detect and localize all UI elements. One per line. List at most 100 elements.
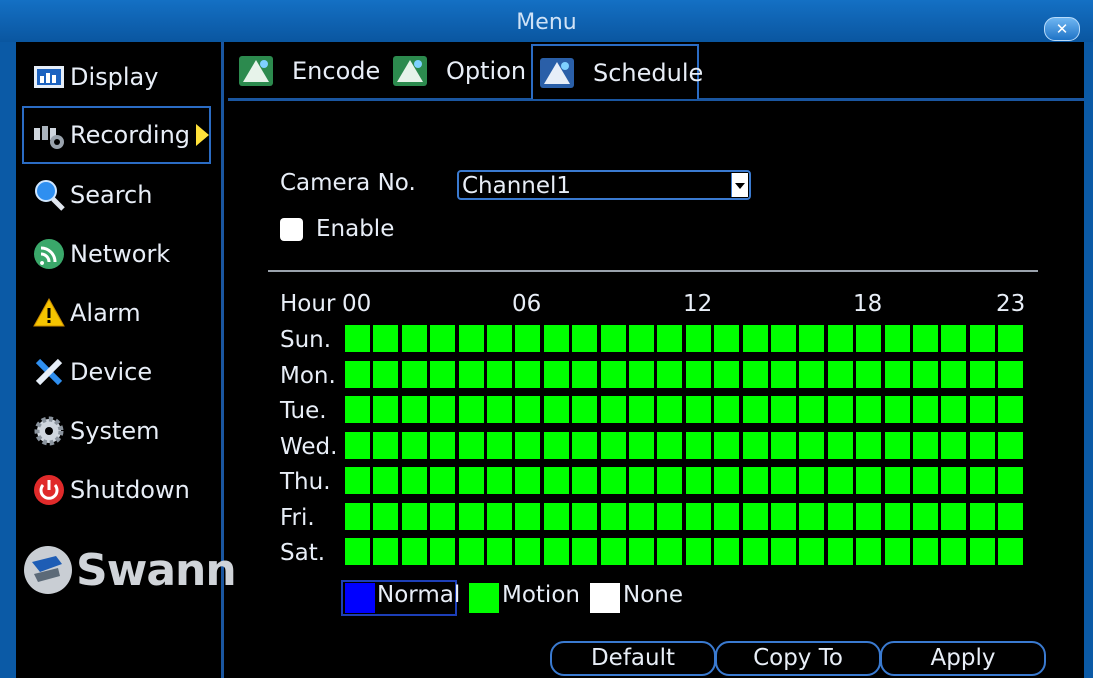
schedule-cell[interactable] [941, 360, 967, 388]
sidebar-item-display[interactable]: Display [24, 50, 210, 104]
schedule-cell[interactable] [401, 360, 427, 388]
schedule-cell[interactable] [430, 538, 456, 565]
schedule-cell[interactable] [629, 431, 654, 459]
schedule-cell[interactable] [487, 502, 512, 530]
sidebar-item-shutdown[interactable]: Shutdown [24, 463, 210, 517]
schedule-cell[interactable] [941, 325, 967, 352]
schedule-cell[interactable] [572, 325, 598, 352]
schedule-cell[interactable] [998, 538, 1024, 565]
schedule-cell[interactable] [969, 502, 995, 530]
schedule-cell[interactable] [543, 431, 569, 459]
schedule-cell[interactable] [827, 502, 853, 530]
schedule-cell[interactable] [629, 360, 654, 388]
schedule-cell[interactable] [572, 538, 598, 565]
schedule-cell[interactable] [430, 502, 456, 530]
schedule-cell[interactable] [941, 467, 967, 494]
schedule-cell[interactable] [913, 360, 938, 388]
schedule-cell[interactable] [742, 467, 768, 494]
copy-to-button[interactable]: Copy To [715, 641, 881, 676]
schedule-cell[interactable] [742, 360, 768, 388]
schedule-cell[interactable] [543, 325, 569, 352]
schedule-cell[interactable] [799, 467, 825, 494]
schedule-cell[interactable] [373, 467, 399, 494]
schedule-cell[interactable] [345, 431, 370, 459]
schedule-cell[interactable] [373, 360, 399, 388]
schedule-cell[interactable] [373, 396, 399, 423]
schedule-cell[interactable] [345, 538, 370, 565]
apply-button[interactable]: Apply [880, 641, 1046, 676]
schedule-cell[interactable] [884, 431, 910, 459]
sidebar-item-search[interactable]: Search [24, 168, 210, 222]
schedule-cell[interactable] [515, 538, 541, 565]
schedule-cell[interactable] [373, 538, 399, 565]
schedule-cell[interactable] [884, 325, 910, 352]
schedule-cell[interactable] [771, 538, 796, 565]
schedule-cell[interactable] [657, 325, 683, 352]
schedule-cell[interactable] [401, 396, 427, 423]
enable-checkbox[interactable] [280, 218, 303, 241]
schedule-cell[interactable] [941, 396, 967, 423]
sidebar-item-alarm[interactable]: Alarm [24, 286, 210, 340]
schedule-cell[interactable] [714, 396, 740, 423]
schedule-cell[interactable] [998, 502, 1024, 530]
schedule-cell[interactable] [458, 396, 484, 423]
schedule-cell[interactable] [742, 502, 768, 530]
schedule-cell[interactable] [799, 431, 825, 459]
schedule-cell[interactable] [827, 431, 853, 459]
schedule-cell[interactable] [458, 538, 484, 565]
camera-select[interactable]: Channel1 [457, 170, 751, 200]
schedule-cell[interactable] [543, 360, 569, 388]
tab-option[interactable]: Option [386, 46, 526, 96]
schedule-cell[interactable] [685, 502, 711, 530]
schedule-cell[interactable] [401, 502, 427, 530]
schedule-cell[interactable] [771, 396, 796, 423]
schedule-cell[interactable] [998, 325, 1024, 352]
schedule-cell[interactable] [543, 538, 569, 565]
sidebar-item-recording[interactable]: Recording [22, 106, 211, 164]
schedule-cell[interactable] [799, 360, 825, 388]
schedule-cell[interactable] [487, 467, 512, 494]
legend-none-swatch[interactable] [590, 583, 620, 613]
schedule-cell[interactable] [458, 431, 484, 459]
schedule-cell[interactable] [799, 538, 825, 565]
schedule-cell[interactable] [856, 538, 882, 565]
schedule-cell[interactable] [458, 502, 484, 530]
schedule-cell[interactable] [969, 325, 995, 352]
schedule-cell[interactable] [543, 396, 569, 423]
schedule-cell[interactable] [856, 502, 882, 530]
sidebar-item-network[interactable]: Network [24, 227, 210, 281]
schedule-cell[interactable] [430, 431, 456, 459]
schedule-cell[interactable] [685, 431, 711, 459]
schedule-cell[interactable] [543, 502, 569, 530]
schedule-cell[interactable] [430, 325, 456, 352]
schedule-cell[interactable] [771, 502, 796, 530]
schedule-cell[interactable] [373, 502, 399, 530]
close-button[interactable]: ✕ [1044, 17, 1080, 41]
schedule-cell[interactable] [714, 538, 740, 565]
schedule-cell[interactable] [913, 502, 938, 530]
schedule-cell[interactable] [458, 467, 484, 494]
schedule-cell[interactable] [600, 538, 626, 565]
schedule-cell[interactable] [487, 396, 512, 423]
schedule-cell[interactable] [401, 538, 427, 565]
schedule-cell[interactable] [345, 396, 370, 423]
schedule-cell[interactable] [600, 431, 626, 459]
schedule-cell[interactable] [657, 538, 683, 565]
schedule-cell[interactable] [600, 325, 626, 352]
schedule-cell[interactable] [600, 502, 626, 530]
schedule-cell[interactable] [742, 538, 768, 565]
schedule-cell[interactable] [969, 431, 995, 459]
schedule-cell[interactable] [430, 360, 456, 388]
schedule-cell[interactable] [998, 360, 1024, 388]
schedule-cell[interactable] [969, 360, 995, 388]
schedule-cell[interactable] [742, 325, 768, 352]
schedule-cell[interactable] [685, 360, 711, 388]
schedule-cell[interactable] [742, 431, 768, 459]
schedule-cell[interactable] [884, 360, 910, 388]
schedule-cell[interactable] [827, 467, 853, 494]
schedule-cell[interactable] [515, 502, 541, 530]
schedule-cell[interactable] [685, 396, 711, 423]
schedule-cell[interactable] [969, 467, 995, 494]
schedule-cell[interactable] [969, 396, 995, 423]
schedule-cell[interactable] [827, 360, 853, 388]
